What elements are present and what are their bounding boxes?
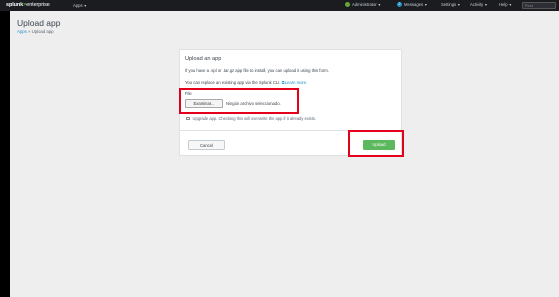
chevron-down-icon: ▼ — [508, 2, 513, 7]
messages-menu-label: Messages — [404, 2, 424, 7]
logo-product-text: enterprise — [26, 2, 50, 8]
user-status-icon — [345, 2, 350, 7]
breadcrumb: Apps » Upload app — [17, 29, 54, 34]
user-menu-label: Administrator — [352, 2, 377, 7]
apps-menu[interactable]: Apps▼ — [73, 3, 87, 8]
chevron-down-icon: ▼ — [484, 2, 488, 7]
upload-button[interactable]: Upload — [363, 140, 395, 150]
file-label: File — [185, 91, 192, 96]
help-menu[interactable]: Help ▼ — [499, 2, 512, 7]
top-navigation-bar: splunk>enterprise Apps▼ Administrator ▼ 2… — [0, 0, 559, 11]
upload-app-panel: Upload an app If you have a .spl or .tar… — [179, 49, 403, 156]
learn-more-label: Learn more. — [284, 80, 308, 85]
learn-more-link[interactable]: ⧉Learn more. — [282, 80, 308, 85]
chevron-down-icon: ▼ — [424, 2, 428, 7]
logo-brand-text: splunk — [6, 2, 24, 8]
upgrade-app-option[interactable]: Upgrade app. Checking this will overwrit… — [186, 116, 316, 121]
page-title: Upload app — [17, 18, 61, 28]
replace-text: You can replace an existing app via the … — [185, 80, 281, 85]
chevron-down-icon: ▼ — [377, 2, 382, 7]
activity-menu-label: Activity — [470, 2, 484, 7]
upgrade-app-label: Upgrade app. Checking this will overwrit… — [192, 116, 317, 121]
breadcrumb-current: Upload app — [31, 29, 54, 34]
messages-menu[interactable]: 2 Messages ▼ — [397, 2, 428, 7]
upgrade-app-checkbox[interactable] — [186, 116, 190, 121]
browse-file-button[interactable]: Examinar... — [185, 99, 223, 108]
panel-title: Upload an app — [185, 56, 222, 62]
upload-description: If you have a .spl or .tar.gz app file t… — [185, 68, 329, 73]
messages-count-badge: 2 — [397, 2, 402, 7]
activity-menu[interactable]: Activity ▼ — [470, 2, 488, 7]
chevron-down-icon: ▼ — [83, 4, 88, 8]
settings-menu[interactable]: Settings ▼ — [441, 2, 461, 7]
chevron-down-icon: ▼ — [457, 2, 461, 7]
file-status-text: Ningún archivo seleccionado. — [226, 101, 281, 106]
find-input[interactable]: Find — [522, 2, 556, 9]
cancel-button[interactable]: Cancel — [188, 140, 225, 150]
replace-description: You can replace an existing app via the … — [185, 80, 307, 85]
panel-divider — [180, 130, 403, 131]
help-menu-label: Help — [499, 2, 508, 7]
settings-menu-label: Settings — [441, 2, 457, 7]
breadcrumb-separator: » — [28, 29, 31, 34]
breadcrumb-apps-link[interactable]: Apps — [17, 29, 27, 34]
splunk-logo[interactable]: splunk>enterprise — [6, 2, 50, 8]
apps-menu-label: Apps — [73, 3, 83, 8]
user-menu[interactable]: Administrator ▼ — [345, 2, 381, 7]
